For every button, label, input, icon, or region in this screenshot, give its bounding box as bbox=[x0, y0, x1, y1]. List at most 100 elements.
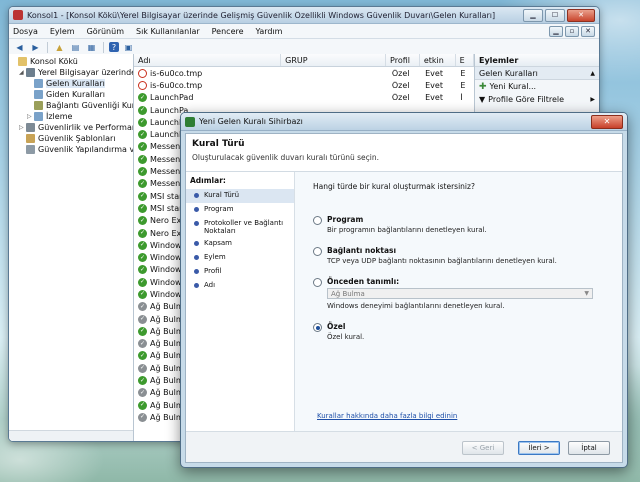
console-titlebar[interactable]: Konsol1 - [Konsol Kökü\Yerel Bilgisayar … bbox=[9, 7, 599, 24]
chevron-down-icon: ▼ bbox=[584, 290, 589, 297]
tree-item[interactable]: Konsol Kökü bbox=[9, 56, 133, 67]
wizard-step[interactable]: Kapsam bbox=[186, 237, 294, 251]
table-row[interactable]: is-6u0co.tmp Özel Evet E bbox=[134, 67, 474, 79]
wizard-step[interactable]: Protokoller ve Bağlantı Noktaları bbox=[186, 217, 294, 237]
learn-more-link[interactable]: Kurallar hakkında daha fazla bilgi edini… bbox=[317, 412, 457, 420]
menu-file[interactable]: Dosya bbox=[13, 27, 38, 36]
tree-item[interactable]: Güvenlik Şablonları bbox=[9, 133, 133, 144]
forward-arrow-icon[interactable]: ▶ bbox=[29, 41, 42, 53]
back-button[interactable]: < Geri bbox=[462, 441, 504, 455]
wizard-steps: Adımlar: Kural Türü Program Protokoller ve… bbox=[186, 172, 295, 432]
rule-name: Ağ Bulm bbox=[150, 388, 184, 398]
allow-check-icon: ✓ bbox=[138, 326, 147, 336]
tree-horizontal-scrollbar[interactable] bbox=[9, 430, 133, 441]
step-bullet-icon bbox=[194, 241, 199, 246]
rule-type-radio[interactable] bbox=[313, 216, 322, 225]
allow-check-icon: ✓ bbox=[138, 142, 147, 152]
tree-item[interactable]: ◢ Yerel Bilgisayar üzerinde Ge bbox=[9, 67, 133, 78]
maximize-button[interactable]: ☐ bbox=[545, 8, 565, 22]
wizard-shield-icon bbox=[185, 116, 195, 127]
rule-type-label[interactable]: Önceden tanımlı: bbox=[327, 277, 593, 286]
close-button[interactable]: ✕ bbox=[567, 8, 595, 22]
allow-check-icon: ✓ bbox=[138, 351, 147, 361]
disabled-rule-icon: ✓ bbox=[138, 339, 147, 349]
column-profile[interactable]: Profil bbox=[386, 54, 420, 66]
rule-action-cell: E bbox=[460, 80, 466, 90]
menu-view[interactable]: Görünüm bbox=[87, 27, 124, 36]
rule-name: Ağ Bulm bbox=[150, 412, 184, 422]
tree-item[interactable]: Giden Kuralları bbox=[9, 89, 133, 100]
show-tree-icon[interactable]: ▤ bbox=[69, 41, 82, 53]
wizard-step-label: Kural Türü bbox=[204, 191, 240, 199]
wizard-step[interactable]: Profil bbox=[186, 265, 294, 279]
menu-favorites[interactable]: Sık Kullanılanlar bbox=[136, 27, 200, 36]
predefined-rule-select[interactable]: Ağ Bulma ▼ bbox=[327, 288, 593, 299]
tree-item[interactable]: Güvenlik Yapılandırma ve Ç bbox=[9, 144, 133, 155]
tree-item[interactable]: Gelen Kuralları bbox=[9, 78, 133, 89]
allow-check-icon: ✓ bbox=[138, 376, 147, 386]
rule-name-cell: is-6u0co.tmp bbox=[134, 68, 282, 78]
menu-bar: Dosya Eylem Görünüm Sık Kullanılanlar Pe… bbox=[9, 24, 599, 39]
new-rule-action[interactable]: ✚ Yeni Kural... bbox=[475, 80, 599, 93]
tree-item[interactable]: ▷ Güvenlirlik ve Performans ( bbox=[9, 122, 133, 133]
next-button[interactable]: İleri > bbox=[518, 441, 560, 455]
block-icon bbox=[138, 80, 147, 90]
folder-icon bbox=[18, 57, 27, 66]
child-restore-button[interactable]: ▫ bbox=[565, 25, 579, 37]
menu-action[interactable]: Eylem bbox=[50, 27, 75, 36]
actions-section[interactable]: Gelen Kuralları ▲ bbox=[475, 67, 599, 80]
wizard-step[interactable]: Adı bbox=[186, 279, 294, 293]
expander-icon[interactable]: ◢ bbox=[19, 69, 26, 76]
new-rule-icon: ✚ bbox=[479, 81, 487, 92]
wizard-titlebar[interactable]: Yeni Gelen Kuralı Sihirbazı ✕ bbox=[181, 113, 627, 131]
table-row[interactable]: is-6u0co.tmp Özel Evet E bbox=[134, 79, 474, 91]
wizard-step[interactable]: Eylem bbox=[186, 251, 294, 265]
wizard-step[interactable]: Program bbox=[186, 203, 294, 217]
wizard-panel: Hangi türde bir kural oluşturmak istersi… bbox=[295, 172, 622, 432]
rule-type-option: Bağlantı noktası TCP veya UDP bağlantı no… bbox=[313, 246, 604, 265]
rule-type-label[interactable]: Özel bbox=[327, 322, 364, 331]
filter-by-profile-action[interactable]: ▼ Profile Göre Filtrele ▶ bbox=[475, 93, 599, 106]
predefined-rule-value: Ağ Bulma bbox=[331, 289, 365, 298]
column-enabled[interactable]: etkin bbox=[420, 54, 456, 66]
child-minimize-button[interactable]: ▁ bbox=[549, 25, 563, 37]
child-close-button[interactable]: ✕ bbox=[581, 25, 595, 37]
rule-type-label[interactable]: Bağlantı noktası bbox=[327, 246, 557, 255]
wizard-close-button[interactable]: ✕ bbox=[591, 114, 623, 129]
rule-name: Ağ Bulm bbox=[150, 351, 184, 361]
column-action[interactable]: E bbox=[456, 54, 474, 66]
rule-type-option: Özel Özel kural. bbox=[313, 322, 604, 341]
rule-profile-cell: Özel bbox=[391, 68, 410, 78]
rule-name: LaunchPad bbox=[150, 93, 194, 103]
rule-type-radio[interactable] bbox=[313, 278, 322, 287]
rule-type-radio[interactable] bbox=[313, 323, 322, 332]
up-folder-icon[interactable]: ▲ bbox=[53, 41, 66, 53]
help-icon[interactable]: ? bbox=[109, 42, 119, 52]
minimize-button[interactable]: ▁ bbox=[523, 8, 543, 22]
back-arrow-icon[interactable]: ◀ bbox=[13, 41, 26, 53]
export-icon[interactable]: ▦ bbox=[85, 41, 98, 53]
wizard-heading: Kural Türü bbox=[192, 139, 245, 149]
rule-name: Ağ Bulm bbox=[150, 326, 184, 336]
menu-window[interactable]: Pencere bbox=[212, 27, 244, 36]
tree-item[interactable]: Bağlantı Güvenliği Kural bbox=[9, 100, 133, 111]
properties-icon[interactable]: ▣ bbox=[122, 41, 135, 53]
menu-help[interactable]: Yardım bbox=[256, 27, 283, 36]
column-group[interactable]: GRUP ^ bbox=[281, 54, 387, 66]
allow-check-icon: ✓ bbox=[138, 167, 147, 177]
wizard-footer: < Geri İleri > İptal bbox=[186, 431, 622, 462]
rule-type-label[interactable]: Program bbox=[327, 215, 487, 224]
rule-type-radio[interactable] bbox=[313, 247, 322, 256]
wizard-step[interactable]: Kural Türü bbox=[186, 189, 294, 203]
table-row[interactable]: ✓ LaunchPad Özel Evet İ bbox=[134, 92, 474, 104]
rule-enabled-cell: Evet bbox=[425, 68, 443, 78]
column-name[interactable]: Adı bbox=[134, 54, 282, 66]
collapse-arrow-icon[interactable]: ▲ bbox=[590, 70, 595, 77]
list-header: Adı GRUP ^ Profil etkin E bbox=[134, 54, 474, 67]
monitoring-icon bbox=[34, 112, 43, 121]
expander-icon[interactable]: ▷ bbox=[19, 124, 26, 131]
allow-check-icon: ✓ bbox=[138, 93, 147, 103]
cancel-button[interactable]: İptal bbox=[568, 441, 610, 455]
expander-icon[interactable]: ▷ bbox=[27, 113, 34, 120]
tree-item[interactable]: ▷ İzleme bbox=[9, 111, 133, 122]
